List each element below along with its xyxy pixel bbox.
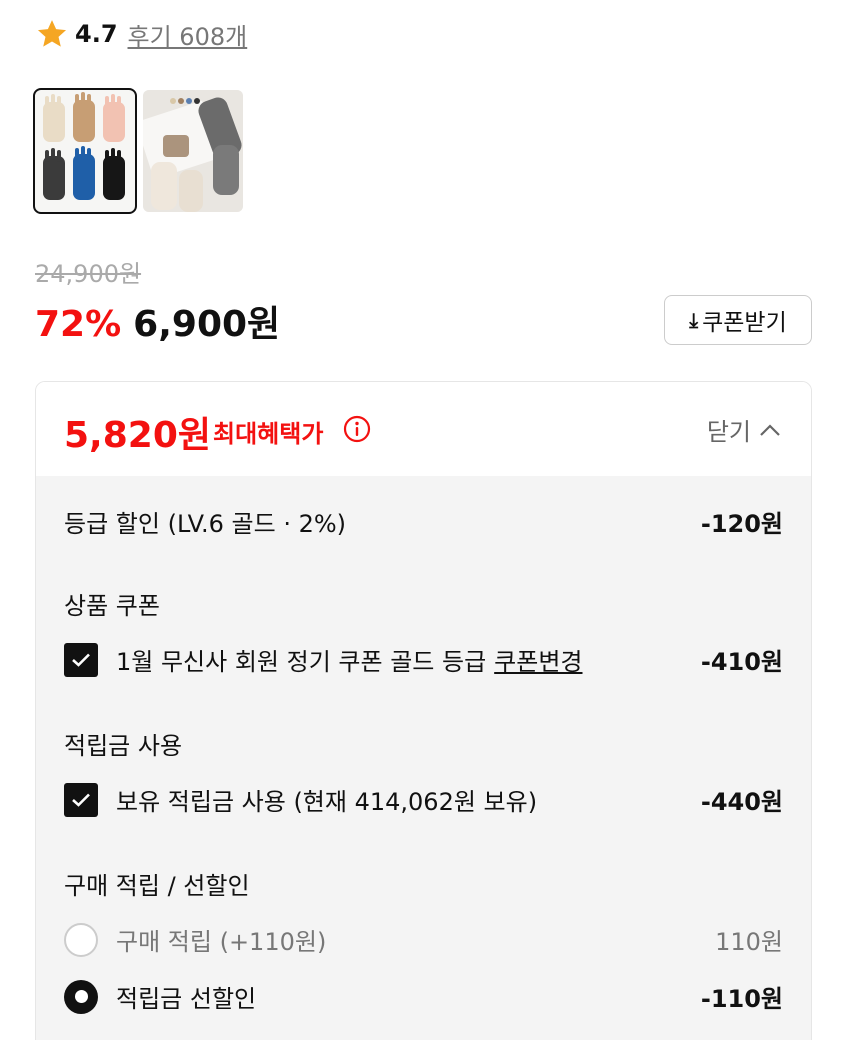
product-coupon-item: 1월 무신사 회원 정기 쿠폰 골드 등급 쿠폰변경 <box>64 642 583 677</box>
max-benefit-header: 5,820원 최대혜택가 닫기 <box>36 382 811 476</box>
purchase-reward-option-row: 구매 적립 (+110원) 110원 <box>64 922 783 957</box>
discount-rate: 72% <box>35 304 122 345</box>
points-use-checkbox[interactable] <box>64 782 98 817</box>
product-coupon-title: 상품 쿠폰 <box>64 592 160 620</box>
grade-discount-label: 등급 할인 (LV.6 골드 · 2%) <box>64 510 347 538</box>
get-coupon-button[interactable]: ⤓ 쿠폰받기 <box>664 295 812 345</box>
points-use-label: 보유 적립금 사용 (현재 414,062원 보유) <box>116 788 538 816</box>
points-use-item: 보유 적립금 사용 (현재 414,062원 보유) <box>64 782 537 817</box>
change-coupon-link[interactable]: 쿠폰변경 <box>494 642 582 677</box>
max-benefit-label: 최대혜택가 <box>213 420 324 448</box>
grade-discount-amount: -120원 <box>700 510 783 538</box>
purchase-reward-title: 구매 적립 / 선할인 <box>64 872 250 900</box>
grade-discount-row: 등급 할인 (LV.6 골드 · 2%) -120원 <box>64 504 783 539</box>
check-icon <box>72 653 90 667</box>
check-icon <box>72 793 90 807</box>
sale-price: 6,900원 <box>133 304 281 345</box>
benefit-details: 등급 할인 (LV.6 골드 · 2%) -120원 상품 쿠폰 1월 무신사 … <box>36 476 811 1040</box>
pre-discount-radio[interactable] <box>64 979 98 1014</box>
product-coupon-label: 1월 무신사 회원 정기 쿠폰 골드 등급 <box>116 648 487 676</box>
gloves-lifestyle-thumb[interactable] <box>143 90 243 212</box>
rating-value: 4.7 <box>75 20 118 48</box>
points-use-amount: -440원 <box>700 788 783 816</box>
gloves-colors-image <box>35 90 135 212</box>
max-benefit-panel: 5,820원 최대혜택가 닫기 등급 할인 (LV.6 골드 · 2%) -12… <box>35 381 812 1040</box>
product-coupon-amount: -410원 <box>700 648 783 676</box>
product-price-panel: 4.7 후기 608개 24,900원 72% 6,900원 ⤓ 쿠폰받기 5,… <box>0 0 849 1040</box>
purchase-reward-amount: 110원 <box>715 928 783 956</box>
chevron-up-icon <box>760 423 780 436</box>
max-benefit-price: 5,820원 <box>64 415 211 456</box>
purchase-reward-radio[interactable] <box>64 922 98 957</box>
points-use-title: 적립금 사용 <box>64 732 183 760</box>
pre-discount-amount: -110원 <box>700 985 783 1013</box>
price-row: 72% 6,900원 <box>35 295 280 347</box>
pre-discount-option-row: 적립금 선할인 -110원 <box>64 979 783 1014</box>
pre-discount-option: 적립금 선할인 <box>64 979 256 1014</box>
original-price: 24,900원 <box>35 260 142 288</box>
purchase-reward-option: 구매 적립 (+110원) <box>64 922 326 957</box>
pre-discount-label: 적립금 선할인 <box>116 985 257 1013</box>
gloves-lifestyle-image <box>143 90 243 212</box>
product-coupon-row: 1월 무신사 회원 정기 쿠폰 골드 등급 쿠폰변경 -410원 <box>64 642 783 677</box>
product-coupon-checkbox[interactable] <box>64 642 98 677</box>
review-count-link[interactable]: 후기 608개 <box>128 17 248 52</box>
points-use-row: 보유 적립금 사용 (현재 414,062원 보유) -440원 <box>64 782 783 817</box>
info-icon[interactable] <box>343 415 371 443</box>
collapse-label: 닫기 <box>706 418 751 446</box>
get-coupon-label: 쿠폰받기 <box>702 310 787 336</box>
rating-row: 4.7 후기 608개 <box>35 14 247 54</box>
collapse-toggle[interactable]: 닫기 <box>707 412 781 447</box>
gloves-colors-thumb[interactable] <box>33 88 137 214</box>
download-icon: ⤓ <box>689 308 699 332</box>
purchase-reward-label: 구매 적립 (+110원) <box>116 928 327 956</box>
star-icon <box>37 20 67 47</box>
thumbnail-list <box>33 88 243 214</box>
